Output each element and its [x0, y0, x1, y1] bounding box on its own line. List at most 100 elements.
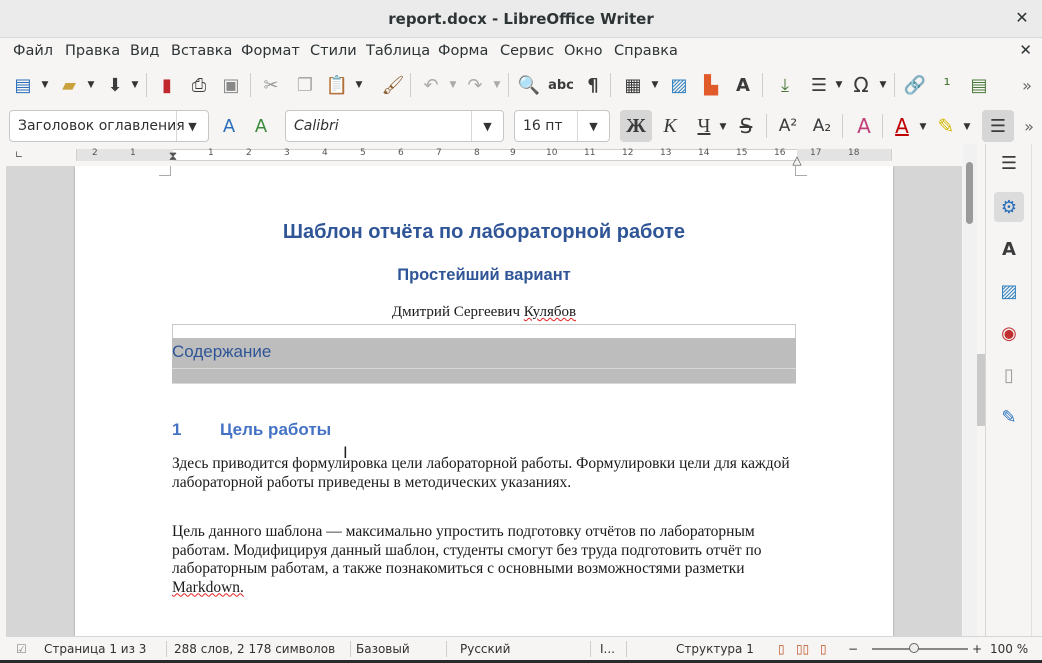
page-icon[interactable]: ▯ — [994, 360, 1024, 390]
paragraph-style-combo[interactable]: Заголовок оглавления ▼ — [9, 110, 209, 142]
chevron-down-icon[interactable]: ▼ — [834, 72, 844, 98]
book-view-icon[interactable]: ▯ — [820, 642, 827, 656]
menu-format[interactable]: Формат — [241, 43, 300, 59]
chevron-down-icon[interactable]: ▼ — [130, 72, 140, 98]
vertical-scrollbar[interactable] — [963, 144, 977, 636]
menu-help[interactable]: Справка — [614, 43, 678, 59]
highlight-color-icon[interactable]: ✎ — [930, 110, 962, 142]
zoom-level[interactable]: 100 % — [990, 642, 1028, 656]
close-window-button[interactable]: ✕ — [1012, 8, 1032, 28]
chevron-down-icon[interactable]: ▼ — [918, 114, 928, 140]
menu-table[interactable]: Таблица — [366, 43, 430, 59]
clear-formatting-icon[interactable]: A — [848, 110, 880, 142]
insert-textbox-icon[interactable]: A — [730, 72, 756, 98]
more-options-icon[interactable]: » — [1014, 72, 1040, 98]
word-count[interactable]: 288 слов, 2 178 символов — [174, 642, 335, 656]
hyperlink-icon[interactable]: 🔗 — [902, 72, 928, 98]
chevron-down-icon[interactable]: ▼ — [176, 111, 208, 141]
document-page[interactable]: Шаблон отчёта по лабораторной работе Про… — [75, 166, 893, 636]
single-page-view-icon[interactable]: ▯ — [778, 642, 785, 656]
tab-stop-icon[interactable]: ∟ — [6, 142, 32, 168]
font-size-combo[interactable]: 16 пт ▼ — [514, 110, 610, 142]
export-pdf-icon[interactable]: ▮ — [154, 72, 180, 98]
menu-window[interactable]: Окно — [564, 43, 603, 59]
font-name-combo[interactable]: Calibri ▼ — [285, 110, 504, 142]
insert-field-icon[interactable]: ☰ — [806, 72, 832, 98]
styles-icon[interactable]: A — [994, 234, 1024, 264]
chevron-down-icon[interactable]: ▼ — [471, 111, 503, 141]
page-style[interactable]: Базовый — [356, 642, 410, 656]
insert-mode[interactable]: I... — [600, 642, 615, 656]
print-icon[interactable]: ⎙ — [186, 72, 212, 98]
chevron-down-icon[interactable]: ▼ — [492, 72, 502, 98]
chevron-down-icon[interactable]: ▼ — [354, 72, 364, 98]
style-inspector-icon[interactable]: ✎ — [994, 402, 1024, 432]
insert-table-icon[interactable]: ▦ — [620, 72, 646, 98]
navigator-icon[interactable]: ◉ — [994, 318, 1024, 348]
menu-file[interactable]: Файл — [13, 43, 53, 59]
scrollbar-thumb[interactable] — [966, 162, 973, 224]
menu-tools[interactable]: Сервис — [500, 43, 554, 59]
insert-page-break-icon[interactable]: ⤓ — [772, 72, 798, 98]
menu-form[interactable]: Форма — [438, 43, 488, 59]
insert-chart-icon[interactable]: ▙ — [698, 72, 724, 98]
underline-button[interactable]: Ч — [688, 110, 720, 142]
chevron-down-icon[interactable]: ▼ — [86, 72, 96, 98]
zoom-in-icon[interactable]: + — [972, 642, 982, 656]
update-style-icon[interactable]: A — [216, 113, 242, 139]
chevron-down-icon[interactable]: ▼ — [718, 114, 728, 140]
find-replace-icon[interactable]: 🔍 — [516, 72, 542, 98]
italic-button[interactable]: К — [654, 110, 686, 142]
close-document-button[interactable]: ✕ — [1019, 41, 1032, 59]
sidebar-menu-icon[interactable]: ☰ — [994, 148, 1024, 178]
footnote-icon[interactable]: ¹ — [934, 72, 960, 98]
align-left-icon[interactable]: ☰ — [982, 110, 1014, 142]
open-folder-icon[interactable]: ▰ — [56, 72, 82, 98]
chevron-down-icon[interactable]: ▼ — [40, 72, 50, 98]
chevron-down-icon[interactable]: ▼ — [577, 111, 609, 141]
language[interactable]: Русский — [460, 642, 510, 656]
paragraph-2[interactable]: Цель данного шаблона — максимально упрос… — [172, 523, 797, 597]
zoom-slider[interactable] — [872, 648, 968, 650]
chevron-down-icon[interactable]: ▼ — [650, 72, 660, 98]
menu-insert[interactable]: Вставка — [171, 43, 232, 59]
sidebar-collapse-handle[interactable] — [977, 354, 985, 426]
subscript-button[interactable]: A₂ — [806, 110, 838, 142]
special-character-icon[interactable]: Ω — [848, 72, 874, 98]
zoom-out-icon[interactable]: − — [848, 642, 858, 656]
horizontal-ruler[interactable]: ∟ 2 1 1 2 3 4 5 6 7 8 9 10 11 12 13 14 1… — [0, 142, 963, 168]
toc-heading-block[interactable]: Содержание — [172, 338, 796, 368]
insert-image-icon[interactable]: ▨ — [666, 72, 692, 98]
cut-icon[interactable]: ✂ — [258, 72, 284, 98]
chevron-down-icon[interactable]: ▼ — [962, 114, 972, 140]
redo-icon[interactable]: ↷ — [462, 72, 488, 98]
properties-icon[interactable]: ⚙ — [994, 192, 1024, 222]
more-options-icon[interactable]: » — [1016, 113, 1042, 139]
chevron-down-icon[interactable]: ▼ — [878, 72, 888, 98]
copy-icon[interactable]: ❐ — [292, 72, 318, 98]
superscript-button[interactable]: A² — [772, 110, 804, 142]
spelling-icon[interactable]: abc — [548, 72, 574, 98]
paste-icon[interactable]: 📋 — [324, 72, 350, 98]
menu-styles[interactable]: Стили — [310, 43, 357, 59]
font-color-icon[interactable]: A — [886, 110, 918, 142]
bold-button[interactable]: Ж — [620, 110, 652, 142]
comment-icon[interactable]: ▤ — [966, 72, 992, 98]
new-style-icon[interactable]: A — [248, 113, 274, 139]
menu-edit[interactable]: Правка — [65, 43, 120, 59]
page-count[interactable]: Страница 1 из 3 — [44, 642, 146, 656]
paragraph-1[interactable]: Здесь приводится формулировка цели лабор… — [172, 455, 797, 492]
undo-icon[interactable]: ↶ — [418, 72, 444, 98]
new-document-icon[interactable]: ▤ — [10, 72, 36, 98]
save-icon[interactable]: ⬇ — [102, 72, 128, 98]
zoom-slider-handle[interactable] — [909, 643, 919, 653]
formatting-marks-icon[interactable]: ¶ — [580, 72, 606, 98]
ruler-label: 7 — [436, 148, 442, 158]
multi-page-view-icon[interactable]: ▯▯ — [796, 642, 809, 656]
gallery-icon[interactable]: ▨ — [994, 276, 1024, 306]
menu-view[interactable]: Вид — [130, 43, 159, 59]
chevron-down-icon[interactable]: ▼ — [448, 72, 458, 98]
print-preview-icon[interactable]: ▣ — [218, 72, 244, 98]
strikethrough-button[interactable]: S — [730, 110, 762, 142]
clone-formatting-icon[interactable]: 🖌 — [380, 72, 406, 98]
